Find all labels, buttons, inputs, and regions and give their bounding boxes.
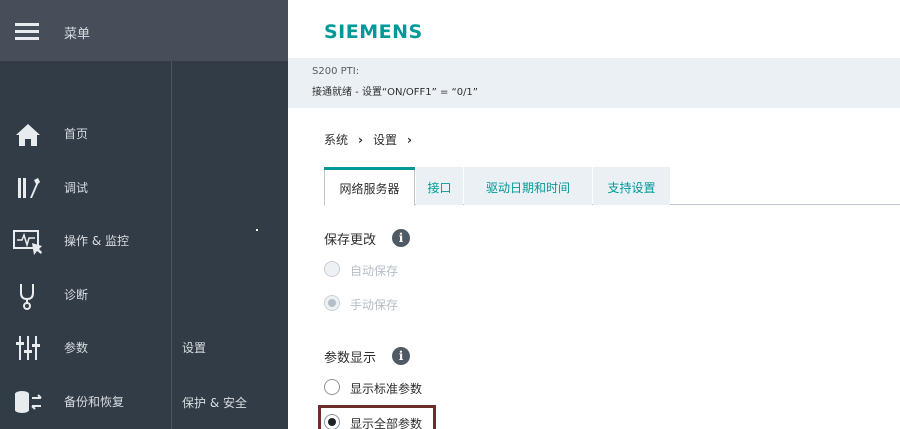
sidebar-item-home[interactable]: 首页 [0, 108, 171, 158]
param-display-title: 参数显示 [324, 351, 377, 366]
show-standard-params-radio[interactable] [324, 379, 340, 395]
sidebar-item-label: 调试 [64, 181, 89, 195]
show-all-params-radio[interactable] [324, 414, 340, 429]
status-message: 接通就绪 - 设置“ON/OFF1” = “0/1” [312, 87, 478, 98]
breadcrumb-item-system[interactable]: 系统 [324, 133, 348, 147]
app-window: 菜单 首页 调试 操作 & 监控 诊断 参数 备份和恢复 设置 保护 & 安全 … [0, 0, 900, 429]
tab-drive-date-time[interactable]: 驱动日期和时间 [464, 167, 592, 205]
tab-web-server[interactable]: 网络服务器 [324, 167, 415, 206]
sidebar-header: 菜单 [0, 0, 288, 61]
monitor-icon [13, 230, 42, 255]
sidebar-subitem-label: 保护 & 安全 [182, 396, 247, 410]
tab-interface[interactable]: 接口 [416, 167, 463, 205]
sidebar-item-diagnostics[interactable]: 诊断 [0, 269, 171, 319]
sidebar-item-label: 参数 [64, 341, 89, 355]
menu-label[interactable]: 菜单 [64, 23, 90, 42]
sidebar-item-label: 备份和恢复 [64, 395, 125, 409]
sidebar-item-parameters[interactable]: 参数 [0, 322, 171, 372]
hamburger-menu-icon[interactable] [12, 17, 44, 45]
sidebar-subitem-label: 设置 [182, 341, 207, 355]
info-icon[interactable]: i [392, 229, 410, 247]
status-device: S200 PTI: [312, 66, 360, 77]
breadcrumb-item-settings[interactable]: 设置 [373, 133, 397, 147]
sidebar-divider [171, 61, 172, 429]
tab-label: 网络服务器 [339, 182, 400, 196]
home-icon [16, 124, 40, 146]
show-standard-params-label: 显示标准参数 [350, 382, 423, 396]
sidebar-item-label: 首页 [64, 127, 89, 141]
auto-save-label: 自动保存 [350, 264, 399, 278]
brand-logo: SIEMENS [324, 21, 423, 43]
sliders-icon [16, 336, 40, 360]
backup-restore-icon [15, 391, 42, 413]
breadcrumb-separator: › [406, 133, 412, 147]
sidebar-item-label: 诊断 [64, 288, 89, 302]
tab-label: 驱动日期和时间 [485, 181, 570, 195]
info-icon[interactable]: i [392, 347, 410, 365]
breadcrumb-separator: › [358, 133, 363, 147]
tab-label: 接口 [427, 181, 452, 195]
sidebar-subitem-settings[interactable]: 设置 [172, 328, 288, 368]
tab-label: 支持设置 [607, 181, 656, 195]
sidebar-item-operate-monitor[interactable]: 操作 & 监控 [0, 215, 171, 265]
sidebar-subitem-protection-security[interactable]: 保护 & 安全 [172, 383, 288, 423]
sidebar-item-commissioning[interactable]: 调试 [0, 162, 171, 212]
manual-save-label: 手动保存 [350, 298, 399, 312]
show-all-params-label: 显示全部参数 [350, 417, 423, 429]
auto-save-radio[interactable] [324, 261, 340, 277]
main-content: SIEMENS S200 PTI: 接通就绪 - 设置“ON/OFF1” = “… [288, 0, 900, 429]
save-changes-title: 保存更改 [324, 233, 377, 248]
tools-icon [18, 178, 40, 198]
manual-save-radio[interactable] [324, 295, 340, 311]
status-bar: S200 PTI: 接通就绪 - 设置“ON/OFF1” = “0/1” [288, 58, 900, 108]
breadcrumb: 系统 › 设置 › [324, 131, 422, 148]
tab-support-settings[interactable]: 支持设置 [593, 167, 670, 205]
sidebar: 菜单 首页 调试 操作 & 监控 诊断 参数 备份和恢复 设置 保护 & 安全 [0, 0, 288, 429]
sidebar-item-label: 操作 & 监控 [64, 234, 129, 248]
decorative-dot [256, 229, 258, 231]
tab-bar: 网络服务器 接口 驱动日期和时间 支持设置 [324, 167, 900, 206]
stethoscope-icon [20, 284, 34, 310]
sidebar-item-backup-restore[interactable]: 备份和恢复 [0, 376, 171, 426]
